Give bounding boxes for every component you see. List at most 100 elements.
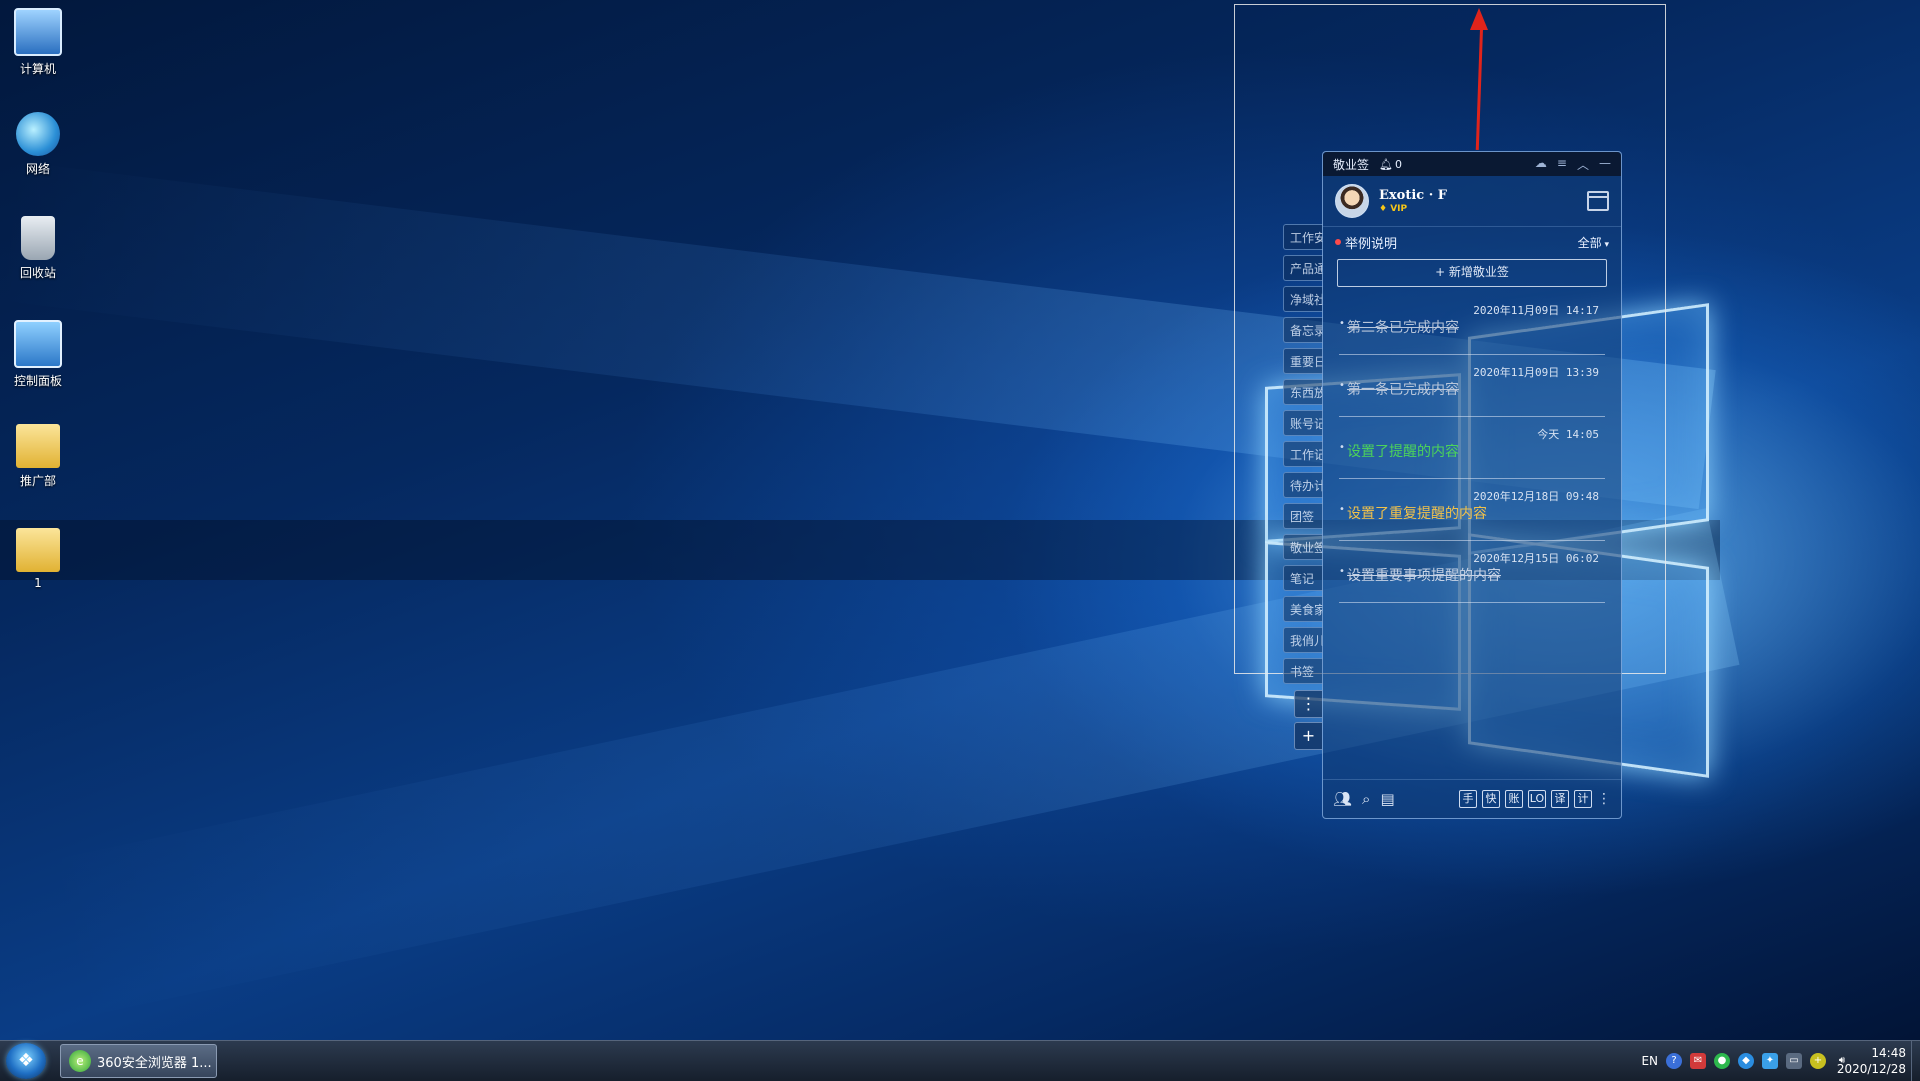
- side-tab[interactable]: 书签: [1283, 658, 1323, 684]
- note-time: 2020年11月09日 13:39: [1473, 366, 1599, 379]
- note-text: 设置了重复提醒的内容: [1347, 506, 1487, 522]
- note-time: 2020年12月15日 06:02: [1473, 552, 1599, 565]
- tool-button[interactable]: 手: [1459, 790, 1477, 808]
- note-time: 今天 14:05: [1537, 428, 1599, 441]
- side-tab[interactable]: 产品通知: [1283, 255, 1323, 281]
- side-tab[interactable]: 敬业签: [1283, 534, 1323, 560]
- taskbar: ❖ e 360安全浏览器 1... EN ? ✉ ● ◆ ✦ ▭ + 🔊︎ 14…: [0, 1040, 1920, 1081]
- desktop-icon-computer[interactable]: 计算机: [0, 8, 76, 77]
- bullet-icon: •: [1339, 566, 1345, 577]
- recycle-bin-icon: [21, 216, 55, 260]
- collapse-icon[interactable]: ︿: [1577, 156, 1589, 173]
- cloud-sync-icon[interactable]: ☁: [1535, 156, 1547, 173]
- add-note-button[interactable]: + 新增敬业签: [1337, 259, 1607, 287]
- folder-icon: [16, 528, 60, 572]
- note-item[interactable]: 2020年11月09日 14:17 • 第二条已完成内容: [1339, 293, 1605, 355]
- tool-button[interactable]: 计: [1574, 790, 1592, 808]
- desktop-icon-label: 控制面板: [13, 374, 62, 388]
- side-tab[interactable]: 待办计: [1283, 472, 1323, 498]
- user-name: Exotic · F: [1379, 188, 1447, 203]
- clock[interactable]: 14:48 2020/12/28: [1837, 1045, 1906, 1077]
- note-text: 设置了提醒的内容: [1347, 444, 1459, 460]
- side-tab[interactable]: 备忘录: [1283, 317, 1323, 343]
- side-tab[interactable]: 净域社: [1283, 286, 1323, 312]
- note-item[interactable]: 2020年11月09日 13:39 • 第一条已完成内容: [1339, 355, 1605, 417]
- side-tab[interactable]: 笔记: [1283, 565, 1323, 591]
- side-tab[interactable]: 工作安排: [1283, 224, 1323, 250]
- calendar-icon[interactable]: [1587, 191, 1609, 211]
- side-tab[interactable]: 工作记: [1283, 441, 1323, 467]
- language-indicator[interactable]: EN: [1641, 1054, 1658, 1068]
- start-button[interactable]: ❖: [6, 1043, 46, 1079]
- side-tab[interactable]: 账号记: [1283, 410, 1323, 436]
- more-icon[interactable]: ⋮: [1597, 791, 1611, 807]
- status-dot: [1335, 239, 1341, 245]
- notification-count: 0: [1394, 157, 1402, 171]
- tool-button[interactable]: 快: [1482, 790, 1500, 808]
- desktop-icon-label: 网络: [25, 162, 50, 176]
- app-titlebar[interactable]: 敬业签 🔔︎ 0 ☁ ≡ ︿ —: [1323, 152, 1621, 176]
- tool-button[interactable]: 译: [1551, 790, 1569, 808]
- desktop-icon-network[interactable]: 网络: [0, 112, 76, 177]
- search-icon[interactable]: ⌕: [1362, 790, 1370, 808]
- user-row: Exotic · F ♦ VIP: [1323, 176, 1621, 227]
- note-item[interactable]: 2020年12月18日 09:48 • 设置了重复提醒的内容: [1339, 479, 1605, 541]
- side-tab[interactable]: 美食家: [1283, 596, 1323, 622]
- bullet-icon: •: [1339, 442, 1345, 453]
- desktop-icon-label: 推广部: [19, 474, 56, 488]
- taskbar-item-browser[interactable]: e 360安全浏览器 1...: [60, 1044, 217, 1078]
- side-tab[interactable]: 东西放: [1283, 379, 1323, 405]
- note-item[interactable]: 2020年12月15日 06:02 • 设置重要事项提醒的内容: [1339, 541, 1605, 603]
- wechat-icon[interactable]: ●: [1714, 1053, 1730, 1069]
- note-item[interactable]: 今天 14:05 • 设置了提醒的内容: [1339, 417, 1605, 479]
- system-tray: EN ? ✉ ● ◆ ✦ ▭ + 🔊︎: [1641, 1041, 1850, 1081]
- side-tab[interactable]: 我俏儿: [1283, 627, 1323, 653]
- vip-badge-label: VIP: [1390, 204, 1408, 214]
- tool-button[interactable]: LO: [1528, 790, 1546, 808]
- desktop-icon-recycle-bin[interactable]: 回收站: [0, 216, 76, 281]
- app-title: 敬业签: [1333, 157, 1370, 172]
- desktop-icon-folder-1[interactable]: 1: [0, 528, 76, 590]
- menu-icon[interactable]: ≡: [1557, 156, 1567, 173]
- desktop-icon-control-panel[interactable]: 控制面板: [0, 320, 76, 389]
- side-tab[interactable]: 团签: [1283, 503, 1323, 529]
- note-text: 第一条已完成内容: [1347, 382, 1459, 398]
- bottom-toolbar: 👥︎ ⌕ ▤ 手 快 账 LO 译 计 ⋮: [1323, 779, 1621, 818]
- bullet-icon: •: [1339, 504, 1345, 515]
- avatar[interactable]: [1335, 184, 1369, 218]
- tool-button[interactable]: 账: [1505, 790, 1523, 808]
- list-header: 举例说明 全部: [1323, 227, 1621, 257]
- desktop-icon-label: 计算机: [19, 62, 56, 76]
- note-app-window: 敬业签 🔔︎ 0 ☁ ≡ ︿ — Exotic · F ♦ VIP 举例说明 全…: [1322, 151, 1622, 819]
- security-icon[interactable]: +: [1810, 1053, 1826, 1069]
- sync-icon[interactable]: ✦: [1762, 1053, 1778, 1069]
- note-time: 2020年12月18日 09:48: [1473, 490, 1599, 503]
- desktop-icon-label: 回收站: [19, 266, 56, 280]
- browser-icon: e: [69, 1050, 91, 1072]
- side-tab[interactable]: 重要日: [1283, 348, 1323, 374]
- more-tabs-button[interactable]: ⋮: [1294, 690, 1322, 718]
- network-tray-icon[interactable]: ▭: [1786, 1053, 1802, 1069]
- clock-time: 14:48: [1871, 1046, 1906, 1060]
- minimize-icon[interactable]: —: [1599, 156, 1611, 173]
- filter-dropdown[interactable]: 全部: [1578, 234, 1609, 251]
- notebook-icon[interactable]: ▤: [1380, 790, 1394, 808]
- add-tab-button[interactable]: +: [1294, 722, 1322, 750]
- computer-icon: [14, 8, 62, 56]
- bullet-icon: •: [1339, 380, 1345, 391]
- show-desktop-button[interactable]: [1911, 1041, 1920, 1081]
- bullet-icon: •: [1339, 318, 1345, 329]
- desktop-icon-folder-promotion[interactable]: 推广部: [0, 424, 76, 489]
- taskbar-item-label: 360安全浏览器 1...: [97, 1055, 212, 1071]
- note-time: 2020年11月09日 14:17: [1473, 304, 1599, 317]
- network-icon: [16, 112, 60, 156]
- shield-icon[interactable]: ◆: [1738, 1053, 1754, 1069]
- contacts-icon[interactable]: 👥︎: [1333, 790, 1352, 808]
- control-panel-icon: [14, 320, 62, 368]
- desktop-background: 计算机 网络 回收站 控制面板 推广部 1 工作安排 产品通知 净域社 备忘录 …: [0, 0, 1920, 1040]
- arrow-head-icon: [1470, 8, 1488, 30]
- help-icon[interactable]: ?: [1666, 1053, 1682, 1069]
- app-tray-icon[interactable]: ✉: [1690, 1053, 1706, 1069]
- bell-icon[interactable]: 🔔︎: [1379, 158, 1393, 171]
- folder-user-icon: [16, 424, 60, 468]
